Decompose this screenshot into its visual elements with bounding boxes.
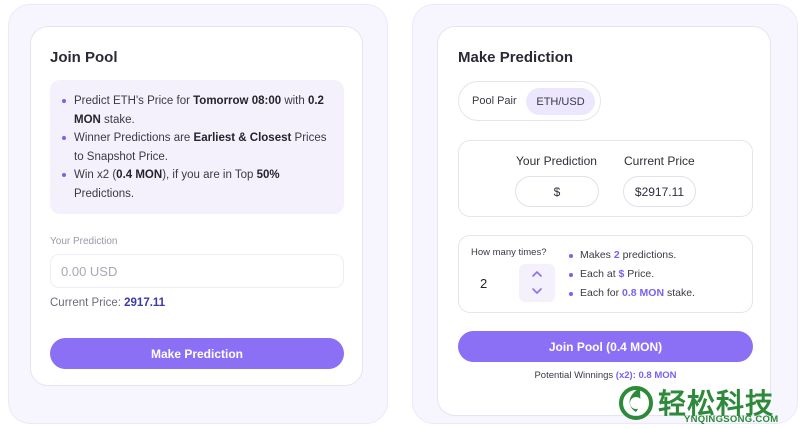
- your-prediction-heading: Your Prediction: [516, 154, 597, 168]
- current-price-text: Current Price: 2917.11: [50, 297, 165, 309]
- current-price-heading: Current Price: [624, 154, 695, 168]
- pool-info-text: with: [281, 95, 308, 107]
- pool-info-list: Predict ETH's Price for Tomorrow 08:00 w…: [60, 92, 332, 203]
- stepper-buttons: [519, 264, 555, 302]
- join-pool-title: Join Pool: [50, 49, 118, 66]
- current-price-chip: $2917.11: [623, 176, 696, 207]
- bullet-makes: Makes 2 predictions.: [568, 249, 676, 261]
- your-prediction-input[interactable]: $: [515, 176, 599, 207]
- pool-info-text: stake.: [100, 113, 135, 126]
- chevron-down-icon[interactable]: [531, 285, 543, 297]
- prediction-usd-input[interactable]: 0.00 USD: [50, 254, 344, 288]
- pool-info-item: Predict ETH's Price for Tomorrow 08:00 w…: [60, 92, 332, 129]
- join-pool-button[interactable]: Join Pool (0.4 MON): [458, 331, 753, 362]
- make-prediction-button[interactable]: Make Prediction: [50, 338, 344, 369]
- current-price-value: 2917.11: [124, 297, 166, 309]
- pool-info-text: Predictions.: [74, 187, 135, 200]
- potential-winnings: Potential Winnings (x2): 0.8 MON: [458, 370, 753, 381]
- bullet-makes-post: predictions.: [619, 249, 677, 261]
- pool-pair-label: Pool Pair: [472, 95, 517, 107]
- pool-info-item: Win x2 (0.4 MON), if you are in Top 50% …: [60, 166, 332, 203]
- times-value[interactable]: 2: [480, 276, 487, 291]
- pool-info-emphasis: Tomorrow 08:00: [193, 95, 282, 107]
- bullet-each-at-post: Price.: [624, 268, 655, 280]
- pool-info-text: Winner Predictions are: [74, 132, 194, 144]
- prediction-usd-placeholder: 0.00 USD: [61, 263, 118, 279]
- bullet-each-at-pre: Each at: [580, 268, 619, 280]
- pool-pair-selector: Pool Pair ETH/USD: [458, 81, 601, 121]
- chevron-up-icon[interactable]: [531, 268, 543, 280]
- bullet-each-for-post: stake.: [664, 287, 695, 299]
- potential-winnings-label: Potential Winnings: [534, 370, 616, 381]
- your-prediction-label: Your Prediction: [50, 236, 118, 247]
- potential-winnings-value: (x2): 0.8 MON: [615, 370, 677, 381]
- watermark-logo-icon: [619, 386, 653, 420]
- pool-info-text: ), if you are in Top: [162, 169, 257, 181]
- pool-info-box: Predict ETH's Price for Tomorrow 08:00 w…: [50, 80, 344, 214]
- watermark-text-en: YNQINGSONG.COM: [684, 414, 779, 425]
- pool-info-emphasis: Earliest & Closest: [193, 132, 292, 144]
- bullet-each-for-value: 0.8 MON: [622, 287, 665, 299]
- pool-info-text: Win x2 (: [74, 169, 117, 181]
- times-label: How many times?: [471, 247, 547, 258]
- bullet-each-at: Each at $ Price.: [568, 268, 654, 280]
- current-price-label: Current Price:: [50, 297, 125, 309]
- pool-info-emphasis: 0.4 MON: [116, 169, 163, 181]
- pool-info-item: Winner Predictions are Earliest & Closes…: [60, 129, 332, 166]
- bullet-each-for: Each for 0.8 MON stake.: [568, 287, 695, 299]
- times-stepper[interactable]: 2: [467, 264, 555, 302]
- bullet-each-for-pre: Each for: [580, 287, 623, 299]
- bullet-makes-pre: Makes: [580, 249, 614, 261]
- pool-info-emphasis: 50%: [256, 169, 280, 181]
- prediction-price-box: [458, 140, 753, 217]
- pool-info-text: Predict ETH's Price for: [74, 95, 194, 107]
- watermark: 轻松科技 YNQINGSONG.COM: [612, 382, 800, 428]
- pool-pair-eth-usd-tab[interactable]: ETH/USD: [526, 88, 595, 115]
- make-prediction-title: Make Prediction: [458, 49, 574, 66]
